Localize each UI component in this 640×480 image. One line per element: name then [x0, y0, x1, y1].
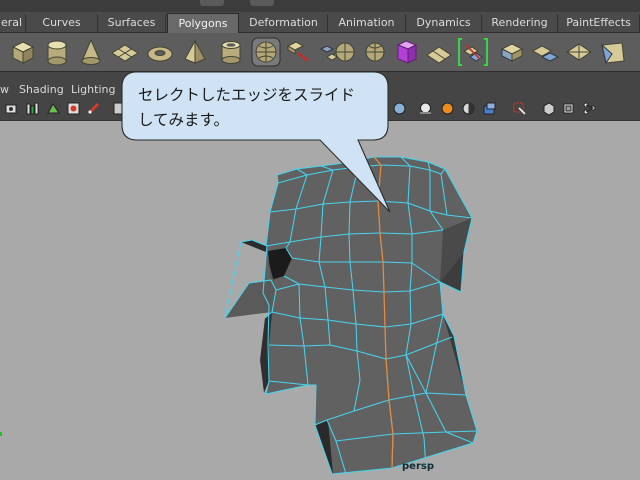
- camera-label: persp: [402, 461, 434, 472]
- maya-window: eral Curves Surfaces Polygons Deformatio…: [0, 0, 640, 480]
- callout-text: セレクトしたエッジをスライド してみます。: [138, 83, 388, 133]
- callout-line-1: セレクトしたエッジをスライド: [138, 86, 356, 104]
- callout-line-2: してみます。: [138, 111, 229, 129]
- head-mesh[interactable]: [0, 0, 640, 480]
